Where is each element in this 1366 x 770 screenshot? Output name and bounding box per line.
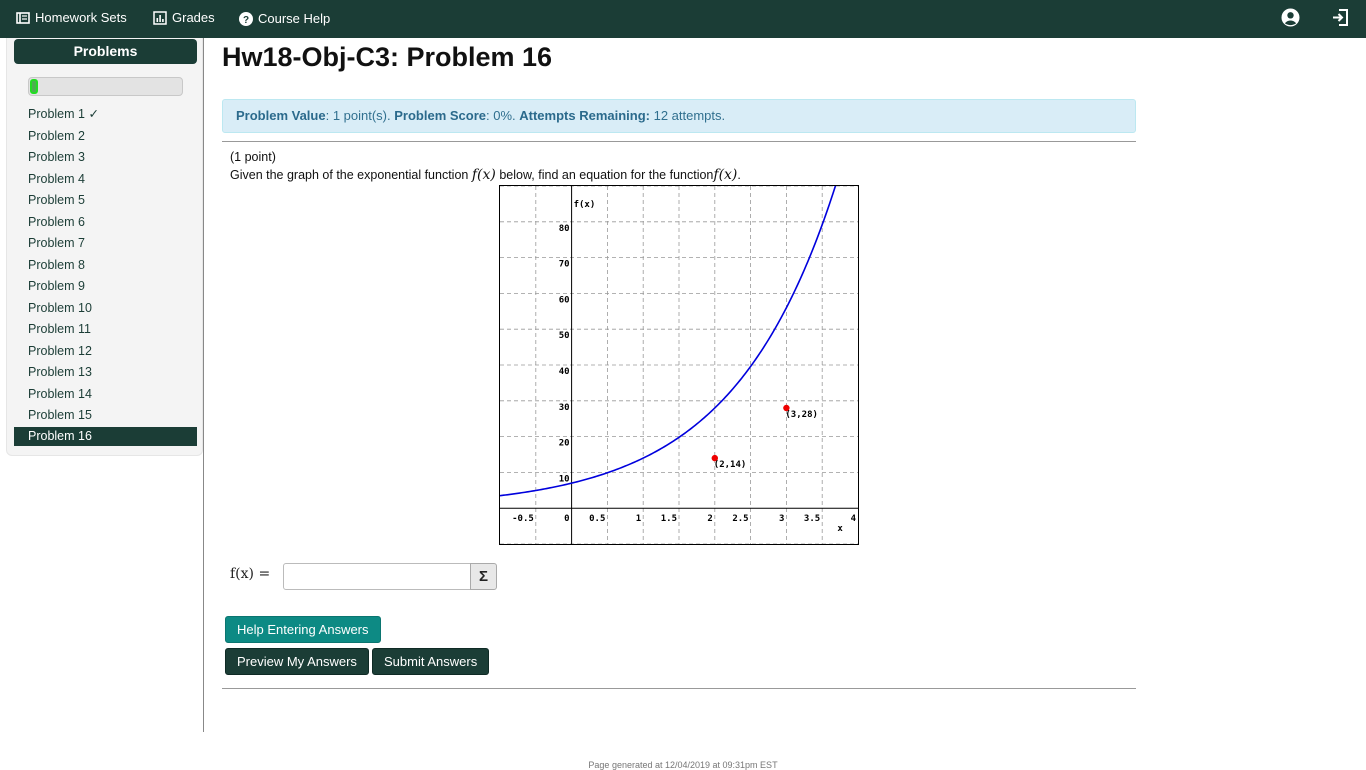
divider-top: [222, 141, 1136, 142]
x-tick-label: 0.5: [589, 514, 605, 524]
bar-chart-icon: [153, 10, 167, 25]
top-navbar: Homework Sets Grades ? Course Help: [0, 0, 1366, 38]
homework-sets-link[interactable]: Homework Sets: [16, 10, 127, 25]
sidebar-item-problem-1[interactable]: Problem 1 ✓: [14, 104, 197, 126]
sidebar-item-problem-12[interactable]: Problem 12: [14, 341, 197, 363]
y-tick-label: 20: [559, 439, 570, 449]
sidebar-item-problem-7[interactable]: Problem 7: [14, 233, 197, 255]
problem-question: Given the graph of the exponential funct…: [230, 167, 741, 183]
question-text-end: .: [737, 168, 741, 182]
x-tick-label: 3: [779, 514, 784, 524]
x-tick-label: 1.5: [661, 514, 677, 524]
sidebar-item-problem-6[interactable]: Problem 6: [14, 212, 197, 234]
attempts-remaining-label: Attempts Remaining:: [519, 108, 650, 123]
sidebar-item-problem-5[interactable]: Problem 5: [14, 190, 197, 212]
question-text-middle: below, find an equation for the function: [495, 168, 714, 182]
help-entering-answers-button[interactable]: Help Entering Answers: [225, 616, 381, 643]
x-tick-label: 4: [851, 514, 857, 524]
answer-input[interactable]: [283, 563, 471, 590]
sidebar-item-problem-3[interactable]: Problem 3: [14, 147, 197, 169]
sidebar-item-problem-4[interactable]: Problem 4: [14, 169, 197, 191]
function-name: f(x): [471, 167, 496, 183]
equation-editor-button[interactable]: Σ: [470, 563, 497, 590]
graph-svg: -0.5 0 0.5 1 1.5 2 2.5 3 3.5 4 10 20 30 40 50 60 70 80 f(x…: [500, 186, 858, 544]
course-help-link[interactable]: ? Course Help: [239, 11, 330, 26]
problem-score-text: : 0%.: [486, 108, 520, 123]
submit-answers-button[interactable]: Submit Answers: [372, 648, 490, 675]
x-tick-label: -0.5: [512, 514, 534, 524]
problem-points: (1 point): [230, 150, 276, 164]
answer-label: f(x) =: [230, 566, 271, 582]
problems-sidebar: Problems Problem 1 ✓ Problem 2 Problem 3 Pr…: [6, 38, 203, 456]
problems-heading: Problems: [14, 39, 197, 64]
problem-info-box: Problem Value: 1 point(s). Problem Score…: [222, 99, 1136, 133]
sidebar-item-problem-13[interactable]: Problem 13: [14, 362, 197, 384]
y-tick-label: 70: [559, 260, 570, 270]
exponential-graph: -0.5 0 0.5 1 1.5 2 2.5 3 3.5 4 10 20 30 40 50 60 70 80 f(x…: [499, 185, 859, 545]
y-tick-label: 50: [559, 331, 570, 341]
sidebar-item-problem-16[interactable]: Problem 16: [14, 426, 197, 446]
sidebar-item-problem-10[interactable]: Problem 10: [14, 298, 197, 320]
y-tick-label: 40: [559, 367, 570, 377]
problem-list: Problem 1 ✓ Problem 2 Problem 3 Problem 4 Pr…: [14, 104, 197, 446]
divider-bottom: [222, 688, 1136, 689]
homework-sets-label: Homework Sets: [35, 10, 127, 25]
sidebar-divider: [203, 38, 204, 732]
page-title: Hw18-Obj-C3: Problem 16: [222, 42, 553, 72]
sidebar-item-problem-15[interactable]: Problem 15: [14, 405, 197, 427]
x-tick-label: 0: [564, 514, 569, 524]
svg-text:?: ?: [243, 15, 249, 26]
function-name-2: f(x): [713, 167, 738, 183]
user-account-icon[interactable]: [1281, 8, 1300, 32]
progress-bar: [28, 77, 183, 96]
x-tick-label: 2: [707, 514, 712, 524]
problem-score-label: Problem Score: [394, 108, 486, 123]
question-circle-icon: ?: [239, 11, 253, 26]
y-tick-label: 10: [559, 474, 570, 484]
logout-icon[interactable]: [1331, 8, 1350, 32]
problem-value-text: : 1 point(s).: [325, 108, 395, 123]
data-point-label: (2,14): [714, 460, 747, 470]
course-help-label: Course Help: [258, 11, 331, 26]
sidebar-item-problem-11[interactable]: Problem 11: [14, 319, 197, 341]
page-footer: Page generated at 12/04/2019 at 09:31pm …: [588, 760, 778, 770]
sidebar-item-problem-8[interactable]: Problem 8: [14, 255, 197, 277]
preview-answers-button[interactable]: Preview My Answers: [225, 648, 369, 675]
grades-label: Grades: [172, 10, 215, 25]
sidebar-item-problem-9[interactable]: Problem 9: [14, 276, 197, 298]
data-point-label: (3,28): [785, 410, 818, 420]
y-tick-label: 80: [559, 224, 570, 234]
progress-bar-fill: [30, 79, 38, 94]
sidebar-item-problem-2[interactable]: Problem 2: [14, 126, 197, 148]
y-tick-label: 60: [559, 295, 570, 305]
sidebar-item-problem-14[interactable]: Problem 14: [14, 384, 197, 406]
attempts-remaining-text: 12 attempts.: [649, 108, 726, 123]
y-axis-label: f(x): [574, 200, 596, 210]
grades-link[interactable]: Grades: [153, 10, 215, 25]
x-tick-label: 1: [636, 514, 641, 524]
y-tick-label: 30: [559, 403, 570, 413]
problem-value-label: Problem Value: [236, 108, 326, 123]
x-tick-label: 3.5: [804, 514, 820, 524]
question-text-before: Given the graph of the exponential funct…: [230, 168, 472, 182]
book-icon: [16, 11, 30, 25]
x-axis-label: x: [837, 524, 843, 534]
x-tick-label: 2.5: [732, 514, 748, 524]
